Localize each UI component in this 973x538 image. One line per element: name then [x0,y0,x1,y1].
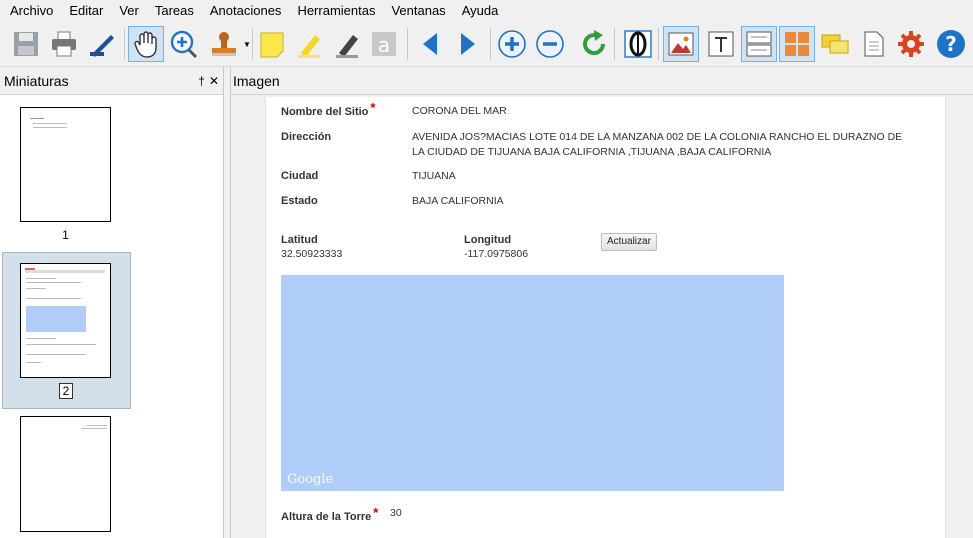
image-panel: Imagen Nombre del Sitio * CORONA DEL MAR … [231,67,973,538]
thumbnails-panel-header: Miniaturas † ✕ [0,67,223,95]
comments-button[interactable] [817,26,853,62]
picture-zone-button[interactable] [663,26,699,62]
stamp-icon [212,32,236,56]
scanner-pen-icon [90,35,114,57]
rotate-button[interactable] [576,26,612,62]
pen-button[interactable] [330,26,366,62]
stamp-dropdown-icon[interactable]: ▼ [243,40,251,49]
table-zone-button[interactable] [741,26,777,62]
zoom-in-magnifier-icon [170,30,198,59]
map-area[interactable]: Google [281,275,784,491]
previous-page-button[interactable] [412,26,448,62]
menu-ventanas[interactable]: Ventanas [383,0,453,22]
tower-height-label: Altura de la Torre * [281,505,379,523]
menu-editar[interactable]: Editar [61,0,111,22]
thumbnail-image [20,263,111,378]
text-annotation-button[interactable]: a [366,26,402,62]
menu-ver[interactable]: Ver [111,0,147,22]
svg-text:a: a [378,33,390,57]
menu-bar: Archivo Editar Ver Tareas Anotaciones He… [0,0,973,22]
thumbnails-panel: Miniaturas † ✕ 1 2 [0,67,224,538]
printer-icon [52,31,76,57]
text-zone-button[interactable] [703,26,739,62]
thumbnail-page-2[interactable]: 2 [2,252,131,409]
toolbar: ▼ a ? [0,22,973,67]
stamp-button[interactable] [206,26,242,62]
table-zones-icon [746,31,772,57]
scan-button[interactable] [84,26,120,62]
save-button[interactable] [8,26,44,62]
rotate-icon [583,30,605,55]
image-panel-title: Imagen [233,72,280,89]
gear-icon [898,31,924,57]
hand-tool-button[interactable] [128,26,164,62]
city-label: Ciudad [281,170,319,182]
next-page-button[interactable] [450,26,486,62]
state-label: Estado [281,195,318,207]
image-panel-header: Imagen [231,67,973,95]
latitude-label: Latitud [281,234,318,246]
text-a-icon: a [372,32,396,57]
sticky-note-button[interactable] [254,26,290,62]
menu-ayuda[interactable]: Ayuda [454,0,507,22]
text-t-icon [708,31,734,57]
thumbnails-panel-title: Miniaturas [4,72,69,89]
address-label: Dirección [281,131,332,143]
zoom-out-button[interactable] [532,26,568,62]
picture-icon [668,32,694,56]
google-logo: Google [287,472,334,487]
close-icon[interactable]: ✕ [209,74,219,88]
site-name-value: CORONA DEL MAR [412,105,507,117]
ocr-zero-icon [624,30,652,58]
zoom-in-button[interactable] [494,26,530,62]
menu-anotaciones[interactable]: Anotaciones [202,0,290,22]
tower-height-value: 30 [390,507,402,519]
zoom-tool-button[interactable] [166,26,202,62]
state-value: BAJA CALIFORNIA [412,195,504,207]
print-button[interactable] [46,26,82,62]
address-line-2: LA CIUDAD DE TIJUANA BAJA CALIFORNIA ,TI… [412,146,772,158]
plus-circle-icon [498,30,526,58]
help-button[interactable]: ? [933,26,969,62]
thumbnail-page-number: 1 [62,228,69,242]
thumbnail-page-number: 2 [59,383,73,399]
layout-zones-button[interactable] [779,26,815,62]
menu-herramientas[interactable]: Herramientas [289,0,383,22]
document-page: Nombre del Sitio * CORONA DEL MAR Direcci… [265,97,946,538]
required-mark: * [373,505,379,520]
marker-pen-icon [336,35,358,58]
menu-archivo[interactable]: Archivo [0,0,61,22]
longitude-value: -117.0975806 [464,248,529,260]
svg-text:?: ? [945,32,957,56]
highlighter-button[interactable] [292,26,328,62]
ocr-button[interactable] [620,26,656,62]
thumbnail-page-1[interactable]: 1 [20,107,112,247]
longitude-label: Longitud [464,234,512,246]
panel-splitter[interactable] [224,67,231,538]
required-mark: * [370,100,376,115]
sticky-note-icon [260,32,284,58]
update-button[interactable]: Actualizar [601,233,657,251]
hand-icon [134,31,157,58]
save-icon [14,32,38,56]
address-line-1: AVENIDA JOS?MACIAS LOTE 014 DE LA MANZAN… [412,131,903,143]
highlighter-icon [298,35,320,58]
latitude-value: 32.50923333 [281,248,343,260]
triangle-left-icon [423,33,437,55]
city-value: TIJUANA [412,170,456,182]
minus-circle-icon [536,30,564,58]
question-circle-icon: ? [937,30,965,58]
document-page-icon [864,31,884,57]
triangle-right-icon [461,33,475,55]
menu-tareas[interactable]: Tareas [147,0,202,22]
site-name-label: Nombre del Sitio * [281,100,376,118]
thumbnail-page-3[interactable] [20,416,112,538]
thumbnail-image [20,107,111,222]
document-properties-button[interactable] [855,26,891,62]
thumbnail-image [20,416,111,532]
pin-icon[interactable]: † [198,74,205,88]
grid-zones-icon [785,32,809,56]
speech-bubbles-icon [821,34,849,54]
settings-button[interactable] [893,26,929,62]
